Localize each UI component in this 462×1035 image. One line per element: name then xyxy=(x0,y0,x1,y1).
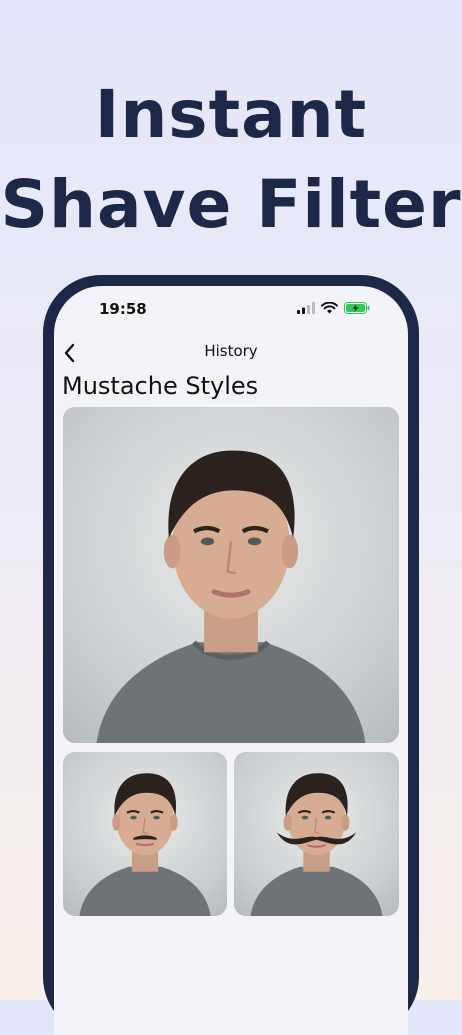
original-portrait-photo[interactable] xyxy=(63,407,399,743)
portrait-illustration xyxy=(96,450,366,743)
wifi-icon xyxy=(321,302,338,314)
status-bar: 19:58 xyxy=(54,300,408,324)
portrait-illustration xyxy=(79,773,211,916)
nav-bar: History xyxy=(54,338,408,368)
handlebar-mustache-photo[interactable] xyxy=(234,752,399,916)
cellular-signal-icon xyxy=(297,302,315,314)
nav-title: History xyxy=(204,342,258,360)
phone-frame: 19:58 History Mustache Styles xyxy=(43,275,419,1035)
headline-line-1: Instant xyxy=(94,76,368,153)
headline-line-2: Shave Filter xyxy=(0,166,462,243)
headline: Instant Shave Filter xyxy=(0,70,462,250)
portrait-illustration xyxy=(250,773,383,916)
status-icons xyxy=(297,302,370,314)
phone-screen: 19:58 History Mustache Styles xyxy=(54,286,408,1035)
battery-charging-icon xyxy=(344,302,370,314)
section-title: Mustache Styles xyxy=(62,372,259,400)
thin-mustache-photo[interactable] xyxy=(63,752,227,916)
status-time: 19:58 xyxy=(99,300,147,318)
